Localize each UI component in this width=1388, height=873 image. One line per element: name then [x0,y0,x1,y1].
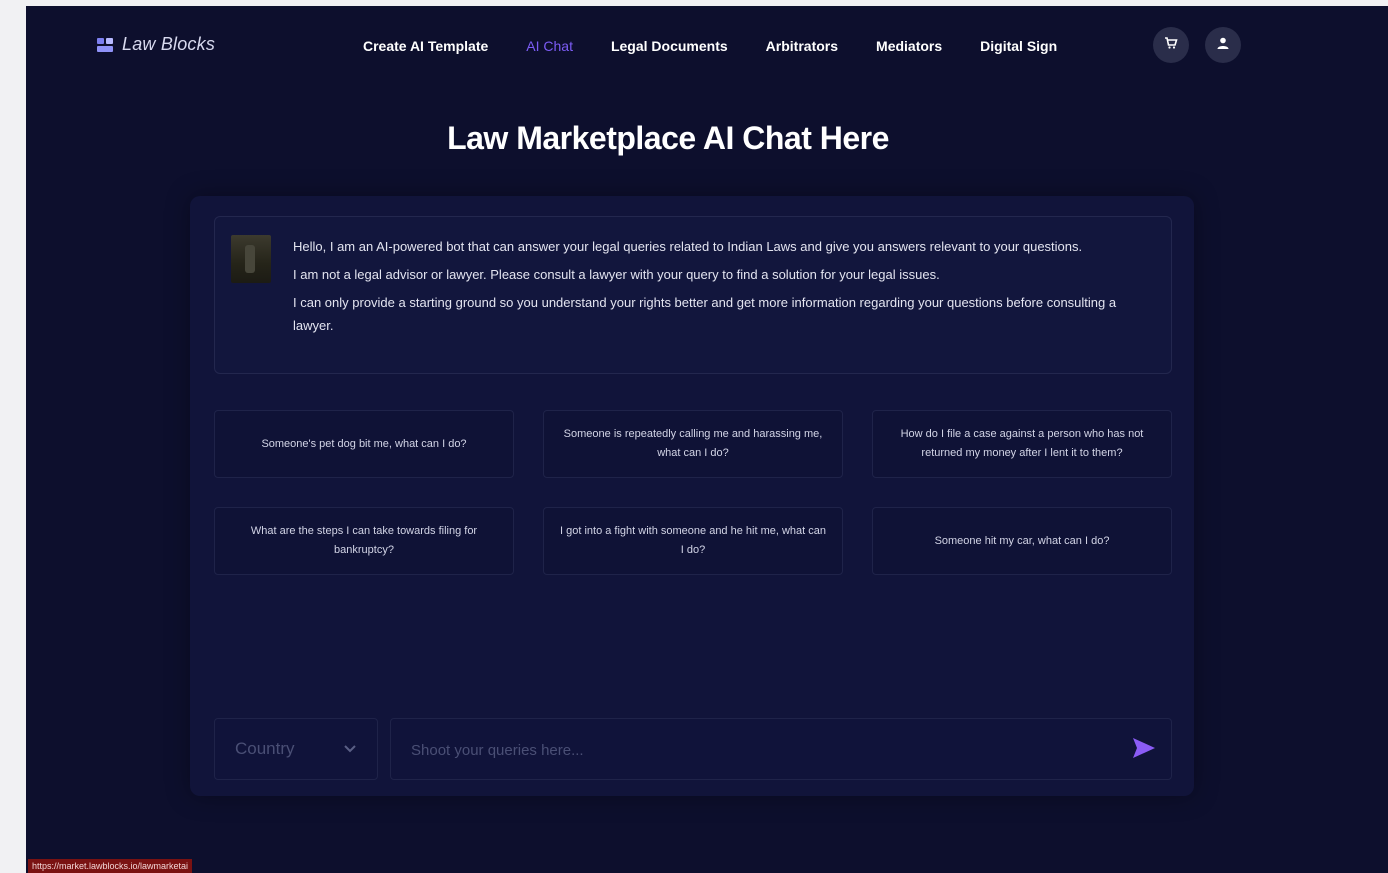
chat-panel: Hello, I am an AI-powered bot that can a… [190,196,1194,796]
country-select[interactable]: Country [214,718,378,780]
cart-icon [1164,36,1178,55]
bot-message-line: Hello, I am an AI-powered bot that can a… [293,239,1083,254]
nav-digital-sign[interactable]: Digital Sign [980,38,1057,54]
suggestion-card[interactable]: I got into a fight with someone and he h… [543,507,843,575]
brand-logo[interactable]: Law Blocks [96,34,215,55]
suggestion-card[interactable]: Someone's pet dog bit me, what can I do? [214,410,514,478]
nav-create-ai-template[interactable]: Create AI Template [363,38,488,54]
user-button[interactable] [1205,27,1241,63]
cart-button[interactable] [1153,27,1189,63]
suggestion-card[interactable]: Someone is repeatedly calling me and har… [543,410,843,478]
suggestion-card[interactable]: How do I file a case against a person wh… [872,410,1172,478]
send-icon [1131,736,1157,765]
suggestion-card[interactable]: Someone hit my car, what can I do? [872,507,1172,575]
suggested-questions: Someone's pet dog bit me, what can I do?… [214,410,1172,575]
main-nav: Create AI Template AI Chat Legal Documen… [363,38,1095,54]
page-title: Law Marketplace AI Chat Here [447,120,889,156]
bot-message-line: I can only provide a starting ground so … [293,295,1117,333]
query-box [390,718,1172,781]
nav-actions [1153,27,1241,63]
nav-mediators[interactable]: Mediators [876,38,942,54]
query-input[interactable] [409,719,1113,781]
bot-message-line: I am not a legal advisor or lawyer. Plea… [293,267,940,282]
brand-name: Law Blocks [122,34,216,54]
status-bar-url: https://market.lawblocks.io/lawmarketai [28,859,193,873]
bot-message-text: Hello, I am an AI-powered bot that can a… [293,235,1159,342]
nav-ai-chat[interactable]: AI Chat [526,38,573,54]
send-button[interactable] [1129,735,1159,765]
suggestion-card[interactable]: What are the steps I can take towards fi… [214,507,514,575]
nav-legal-documents[interactable]: Legal Documents [611,38,728,54]
bot-welcome-message: Hello, I am an AI-powered bot that can a… [214,216,1172,374]
country-placeholder: Country [235,739,295,758]
chevron-down-icon [343,739,357,759]
user-icon [1216,36,1230,55]
bot-avatar [231,235,271,283]
law-blocks-logo-icon [96,36,114,54]
nav-arbitrators[interactable]: Arbitrators [766,38,838,54]
